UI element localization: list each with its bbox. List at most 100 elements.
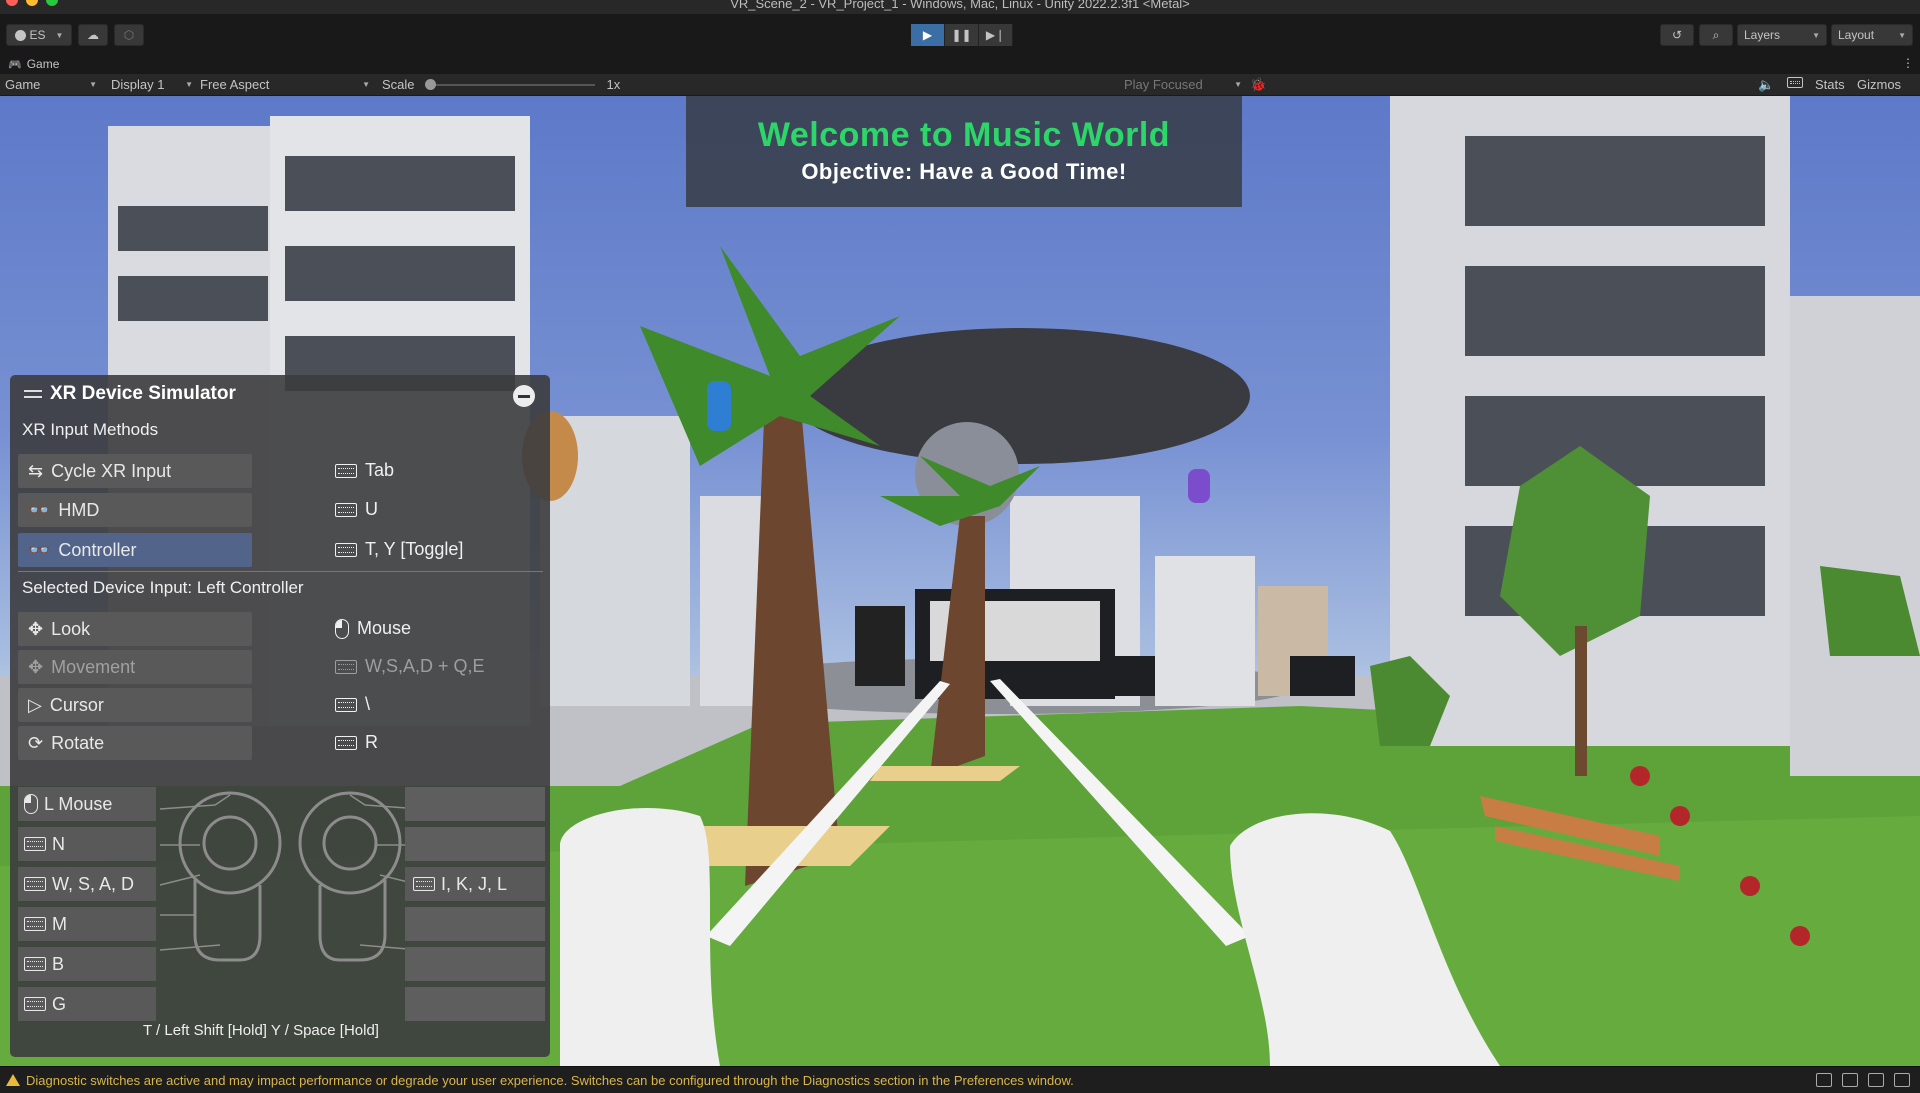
right-slot-empty: [405, 947, 545, 981]
keyboard-shortcut-icon[interactable]: [1787, 77, 1803, 88]
status-bar: Diagnostic switches are active and may i…: [0, 1066, 1920, 1093]
mouse-icon: [24, 794, 38, 814]
cycle-xr-input-button[interactable]: ⇆ Cycle XR Input: [18, 454, 252, 488]
play-button[interactable]: ▶: [911, 24, 945, 46]
gamepad-icon: 🎮: [8, 58, 22, 71]
cloud-button[interactable]: ☁: [78, 24, 108, 46]
xr-input-methods-heading: XR Input Methods: [22, 420, 159, 439]
game-tab-row: 🎮 Game ⋮: [0, 56, 1920, 74]
hmd-key-label: U: [365, 499, 378, 519]
controller-diagram: [160, 791, 420, 962]
g-key-button[interactable]: G: [18, 987, 156, 1021]
step-button[interactable]: ▶❘: [979, 24, 1013, 46]
window-title-bar: VR_Scene_2 - VR_Project_1 - Windows, Mac…: [0, 0, 1920, 14]
warning-icon: [6, 1074, 20, 1086]
rotate-button[interactable]: ⟳ Rotate: [18, 726, 252, 760]
network-icon[interactable]: [1868, 1073, 1884, 1087]
cursor-key-hint: \: [335, 694, 370, 715]
b-key-button[interactable]: B: [18, 947, 156, 981]
keyboard-icon: [335, 697, 357, 712]
stats-label: Stats: [1815, 77, 1845, 92]
search-button[interactable]: ⌕: [1699, 24, 1733, 46]
xr-panel-header[interactable]: XR Device Simulator: [24, 383, 236, 405]
n-key-label: N: [52, 833, 65, 854]
account-label: ES: [29, 28, 46, 42]
cycle-key-hint: Tab: [335, 460, 394, 481]
movement-button[interactable]: ✥ Movement: [18, 650, 252, 684]
cursor-label: Cursor: [49, 694, 104, 715]
b-key-label: B: [52, 953, 65, 974]
wsad-key-button[interactable]: W, S, A, D: [18, 867, 156, 901]
debug-icon[interactable]: [1816, 1073, 1832, 1087]
pause-button[interactable]: ❚❚: [945, 24, 979, 46]
selected-device-heading: Selected Device Input: Left Controller: [22, 578, 304, 597]
scale-slider-handle[interactable]: [424, 78, 436, 90]
controller-key-label: T, Y [Toggle]: [365, 539, 464, 559]
status-message[interactable]: Diagnostic switches are active and may i…: [26, 1073, 1074, 1088]
chevron-down-icon: ▼: [185, 80, 193, 89]
game-view-select[interactable]: Game ▼: [5, 77, 97, 92]
cycle-key-label: Tab: [365, 460, 395, 480]
more-options-icon[interactable]: ⋮: [1902, 56, 1914, 70]
movement-label: Movement: [51, 656, 136, 677]
cloud-icon: ☁: [87, 28, 99, 42]
keyboard-icon: [335, 659, 357, 674]
gizmos-button[interactable]: Gizmos: [1857, 77, 1901, 92]
controller-button[interactable]: 👓 Controller: [18, 533, 252, 567]
account-dropdown[interactable]: ES ▼: [6, 24, 72, 46]
layers-icon[interactable]: [1842, 1073, 1858, 1087]
g-key-label: G: [52, 993, 67, 1014]
chevron-down-icon: ▼: [1234, 80, 1242, 89]
drag-handle-icon[interactable]: [24, 390, 42, 398]
goggles-icon: 👓: [28, 499, 51, 520]
banner-title: Welcome to Music World: [757, 116, 1171, 154]
chevron-down-icon: ▼: [55, 30, 64, 40]
history-button[interactable]: ↺: [1660, 24, 1694, 46]
right-slot-empty: [405, 827, 545, 861]
cycle-xr-input-label: Cycle XR Input: [51, 460, 172, 481]
display-select[interactable]: Display 1 ▼: [111, 77, 193, 92]
gizmos-label: Gizmos: [1857, 77, 1902, 92]
ikjl-key-button[interactable]: I, K, J, L: [405, 867, 545, 901]
m-key-button[interactable]: M: [18, 907, 156, 941]
keyboard-icon: [413, 877, 435, 891]
scale-slider[interactable]: [424, 78, 595, 92]
aspect-select[interactable]: Free Aspect ▼: [200, 77, 370, 92]
play-controls: ▶ ❚❚ ▶❘: [911, 24, 1013, 46]
look-button[interactable]: ✥ Look: [18, 612, 252, 646]
settings-icon[interactable]: [1894, 1073, 1910, 1087]
tab-game[interactable]: 🎮 Game: [8, 57, 59, 71]
bug-icon[interactable]: 🐞: [1250, 77, 1266, 93]
aspect-select-label: Free Aspect: [200, 77, 270, 92]
game-viewport[interactable]: Welcome to Music World Objective: Have a…: [0, 96, 1920, 1066]
layout-dropdown[interactable]: Layout ▼: [1831, 24, 1913, 46]
cursor-button[interactable]: ▷ Cursor: [18, 688, 252, 722]
chevron-down-icon: ▼: [1812, 30, 1820, 40]
ikjl-key-label: I, K, J, L: [441, 873, 508, 894]
goggles-icon: 👓: [28, 539, 51, 560]
hmd-key-hint: U: [335, 499, 378, 520]
game-view-select-label: Game: [5, 77, 41, 92]
pause-icon: ❚❚: [951, 28, 972, 42]
stats-button[interactable]: Stats: [1815, 77, 1845, 92]
move-arrows-icon: ✥: [28, 656, 44, 677]
mute-audio-icon[interactable]: 🔈: [1758, 77, 1774, 93]
layers-dropdown[interactable]: Layers ▼: [1737, 24, 1827, 46]
keyboard-icon: [24, 837, 46, 851]
divider: [18, 571, 543, 572]
hmd-button[interactable]: 👓 HMD: [18, 493, 252, 527]
keyboard-icon: [24, 957, 46, 971]
left-mouse-button[interactable]: L Mouse: [18, 787, 156, 821]
keyboard-icon: [24, 917, 46, 931]
chevron-down-icon: ▼: [362, 80, 370, 89]
collapse-panel-button[interactable]: [513, 385, 535, 407]
history-icon: ↺: [1671, 28, 1683, 42]
keyboard-icon: [335, 735, 357, 750]
controller-key-hint: T, Y [Toggle]: [335, 539, 463, 560]
collab-button[interactable]: ⬡: [114, 24, 144, 46]
n-key-button[interactable]: N: [18, 827, 156, 861]
scale-control: Scale 1x: [382, 77, 620, 92]
keyboard-icon: [335, 463, 357, 478]
movement-key-label: W,S,A,D + Q,E: [365, 656, 485, 676]
play-focused-select[interactable]: Play Focused ▼: [1124, 77, 1242, 92]
